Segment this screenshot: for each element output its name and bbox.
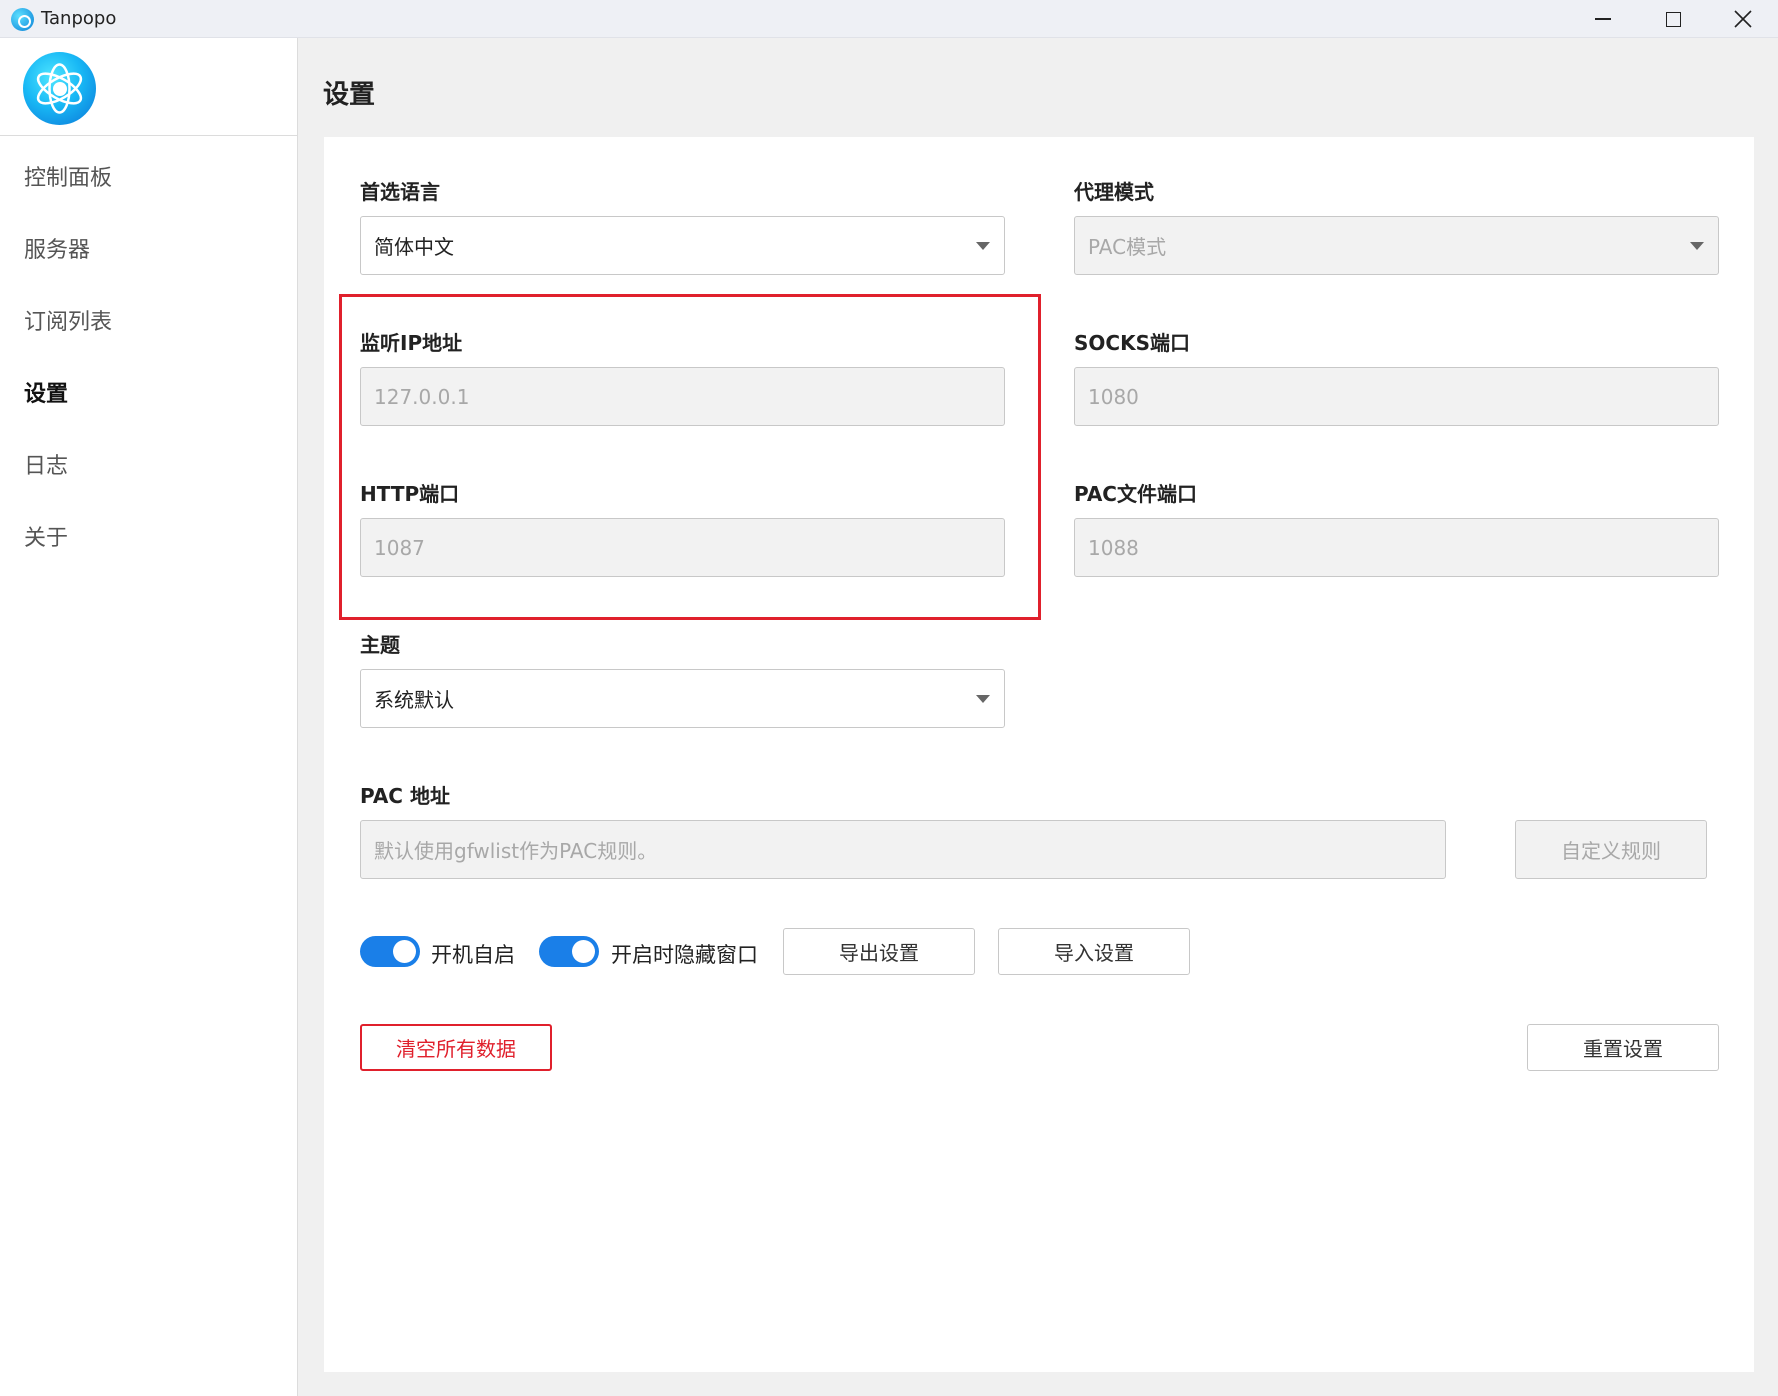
http-port-label: HTTP端口: [360, 482, 460, 506]
import-settings-button[interactable]: 导入设置: [998, 928, 1190, 975]
language-select[interactable]: 简体中文: [360, 216, 1005, 275]
http-port-placeholder: 1087: [374, 535, 425, 560]
sidebar-item-subscriptions[interactable]: 订阅列表: [24, 304, 112, 336]
listen-ip-label: 监听IP地址: [360, 331, 463, 355]
sidebar-item-logs[interactable]: 日志: [24, 448, 68, 480]
maximize-icon: [1665, 11, 1681, 27]
custom-rules-button[interactable]: 自定义规则: [1515, 820, 1707, 879]
reset-settings-button[interactable]: 重置设置: [1527, 1024, 1719, 1071]
logo-icon: [36, 63, 83, 114]
proxy-mode-value: PAC模式: [1088, 235, 1167, 259]
pac-file-port-label: PAC文件端口: [1074, 482, 1197, 506]
listen-ip-input[interactable]: 127.0.0.1: [360, 367, 1005, 426]
theme-label: 主题: [360, 633, 400, 657]
app-icon: [11, 8, 34, 31]
autostart-toggle[interactable]: [360, 936, 420, 967]
export-settings-button[interactable]: 导出设置: [783, 928, 975, 975]
hide-on-start-label: 开启时隐藏窗口: [611, 943, 758, 967]
chevron-down-icon: [1690, 242, 1704, 250]
socks-port-input[interactable]: 1080: [1074, 367, 1719, 426]
page-title: 设置: [323, 80, 376, 110]
language-label: 首选语言: [360, 180, 440, 204]
proxy-mode-label: 代理模式: [1074, 180, 1154, 204]
minimize-icon: [1595, 18, 1611, 20]
listen-ip-placeholder: 127.0.0.1: [374, 384, 470, 409]
sidebar-item-settings[interactable]: 设置: [24, 376, 68, 408]
sidebar-item-servers[interactable]: 服务器: [24, 232, 90, 264]
sidebar-item-dashboard[interactable]: 控制面板: [24, 160, 112, 192]
pac-address-input[interactable]: 默认使用gfwlist作为PAC规则。: [360, 820, 1446, 879]
socks-port-label: SOCKS端口: [1074, 331, 1190, 355]
minimize-button[interactable]: [1568, 0, 1638, 38]
chevron-down-icon: [976, 242, 990, 250]
close-button[interactable]: [1708, 0, 1778, 38]
pac-address-placeholder: 默认使用gfwlist作为PAC规则。: [374, 839, 658, 863]
theme-value: 系统默认: [374, 688, 454, 712]
hide-on-start-toggle[interactable]: [539, 936, 599, 967]
theme-select[interactable]: 系统默认: [360, 669, 1005, 728]
app-logo: [23, 52, 96, 125]
socks-port-placeholder: 1080: [1088, 384, 1139, 409]
maximize-button[interactable]: [1638, 0, 1708, 38]
sidebar: 控制面板 服务器 订阅列表 设置 日志 关于: [0, 38, 298, 1396]
pac-address-label: PAC 地址: [360, 784, 450, 808]
language-value: 简体中文: [374, 235, 454, 259]
http-port-input[interactable]: 1087: [360, 518, 1005, 577]
proxy-mode-select[interactable]: PAC模式: [1074, 216, 1719, 275]
window-title: Tanpopo: [41, 8, 117, 29]
clear-all-data-button[interactable]: 清空所有数据: [360, 1024, 552, 1071]
pac-file-port-input[interactable]: 1088: [1074, 518, 1719, 577]
sidebar-item-about[interactable]: 关于: [24, 520, 68, 552]
toggle-knob: [572, 940, 595, 963]
toggle-knob: [393, 940, 416, 963]
logo-area: [0, 38, 297, 136]
chevron-down-icon: [976, 695, 990, 703]
pac-file-port-placeholder: 1088: [1088, 535, 1139, 560]
title-bar: Tanpopo: [0, 0, 1778, 38]
autostart-label: 开机自启: [431, 943, 515, 967]
close-icon: [1734, 10, 1752, 28]
